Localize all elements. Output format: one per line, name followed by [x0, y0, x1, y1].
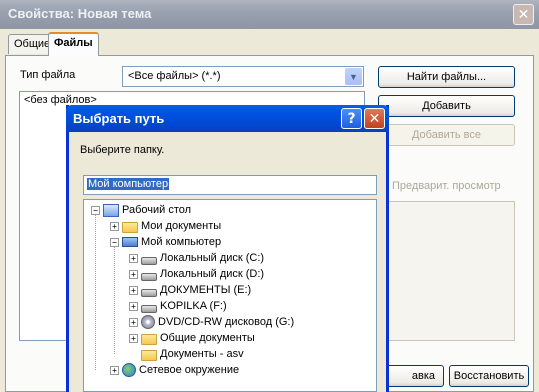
add-button[interactable]: Добавить: [378, 95, 515, 117]
tree-item-my-documents[interactable]: Мои документы: [122, 218, 221, 234]
find-files-label: Найти файлы...: [406, 71, 487, 83]
tree-item-my-computer[interactable]: Мой компьютер: [122, 234, 221, 250]
tree-item-label: Локальный диск (C:): [160, 252, 265, 264]
expand-icon[interactable]: +: [110, 222, 119, 231]
chevron-down-icon[interactable]: ▼: [345, 68, 362, 85]
folder-icon: [141, 349, 157, 361]
window-title: Свойства: Новая тема: [8, 6, 152, 21]
tree-item-documents-asv[interactable]: Документы - asv: [141, 346, 244, 362]
dialog-close-icon[interactable]: ✕: [364, 108, 385, 129]
find-files-button[interactable]: Найти файлы...: [378, 66, 515, 88]
cd-drive-icon: [141, 315, 155, 329]
help-icon[interactable]: ?: [341, 108, 362, 129]
properties-window: Свойства: Новая тема ✕ Общие Файлы Тип ф…: [0, 0, 539, 392]
dialog-title-bar[interactable]: Выбрать путь ? ✕: [66, 105, 389, 132]
title-bar[interactable]: Свойства: Новая тема ✕: [0, 0, 539, 29]
tree-item-drive-g[interactable]: DVD/CD-RW дисковод (G:): [141, 314, 294, 330]
tab-files-label: Файлы: [54, 37, 93, 49]
restore-button[interactable]: Восстановить: [449, 365, 529, 387]
tree-item-drive-f[interactable]: KOPILKA (F:): [141, 298, 227, 314]
expand-icon[interactable]: +: [129, 254, 138, 263]
tree-item-drive-e[interactable]: ДОКУМЕНТЫ (E:): [141, 282, 251, 298]
expand-icon[interactable]: +: [110, 366, 119, 375]
network-icon: [122, 363, 136, 377]
dialog-prompt: Выберите папку.: [80, 144, 165, 156]
drive-icon: [141, 273, 157, 281]
collapse-icon[interactable]: −: [91, 206, 100, 215]
tree-item-shared-documents[interactable]: Общие документы: [141, 330, 255, 346]
drive-icon: [141, 289, 157, 297]
file-type-select[interactable]: <Все файлы> (*.*) ▼: [122, 66, 364, 87]
tree-item-desktop[interactable]: Рабочий стол: [103, 202, 191, 218]
folder-icon: [122, 221, 138, 233]
close-icon[interactable]: ✕: [513, 4, 534, 25]
expand-icon[interactable]: +: [129, 318, 138, 327]
tree-item-label: Общие документы: [160, 332, 255, 344]
restore-label: Восстановить: [453, 370, 525, 382]
add-all-label: Добавить все: [411, 129, 481, 141]
tree-item-label: KOPILKA (F:): [160, 300, 227, 312]
drive-icon: [141, 305, 157, 313]
tree-item-label: Мой компьютер: [141, 236, 222, 248]
add-all-button[interactable]: Добавить все: [378, 124, 515, 146]
tree-item-label: Мои документы: [141, 220, 222, 232]
tree-item-label: Сетевое окружение: [139, 364, 240, 376]
tree-item-label: Документы - asv: [160, 348, 244, 360]
file-type-value: <Все файлы> (*.*): [128, 70, 221, 82]
file-type-label: Тип файла: [20, 69, 76, 81]
expand-icon[interactable]: +: [129, 270, 138, 279]
tree-item-network[interactable]: Сетевое окружение: [122, 362, 239, 378]
tree-item-drive-d[interactable]: Локальный диск (D:): [141, 266, 264, 282]
tree-item-label: DVD/CD-RW дисковод (G:): [158, 316, 295, 328]
add-label: Добавить: [422, 100, 471, 112]
expand-icon[interactable]: +: [129, 302, 138, 311]
apply-button[interactable]: авка: [384, 365, 444, 387]
expand-icon[interactable]: +: [129, 286, 138, 295]
tab-general-label: Общие: [14, 38, 51, 50]
desktop-icon: [103, 203, 119, 217]
path-value: Мой компьютер: [87, 178, 170, 190]
tree-item-drive-c[interactable]: Локальный диск (C:): [141, 250, 264, 266]
drive-icon: [141, 257, 157, 265]
dialog-title: Выбрать путь: [73, 111, 165, 126]
preview-label: Предварит. просмотр: [392, 180, 501, 192]
tab-files[interactable]: Файлы: [48, 32, 99, 56]
tree-item-label: ДОКУМЕНТЫ (E:): [160, 284, 252, 296]
preview-box: [378, 201, 515, 341]
tree-item-label: Локальный диск (D:): [160, 268, 265, 280]
apply-label: авка: [411, 370, 435, 382]
folder-icon: [141, 333, 157, 345]
tree-item-label: Рабочий стол: [122, 204, 192, 216]
folder-tree[interactable]: − Рабочий стол + Мои документы − Мой ком…: [83, 199, 377, 392]
expand-icon[interactable]: +: [129, 334, 138, 343]
path-input[interactable]: Мой компьютер: [83, 175, 377, 195]
computer-icon: [122, 237, 138, 247]
collapse-icon[interactable]: −: [110, 238, 119, 247]
